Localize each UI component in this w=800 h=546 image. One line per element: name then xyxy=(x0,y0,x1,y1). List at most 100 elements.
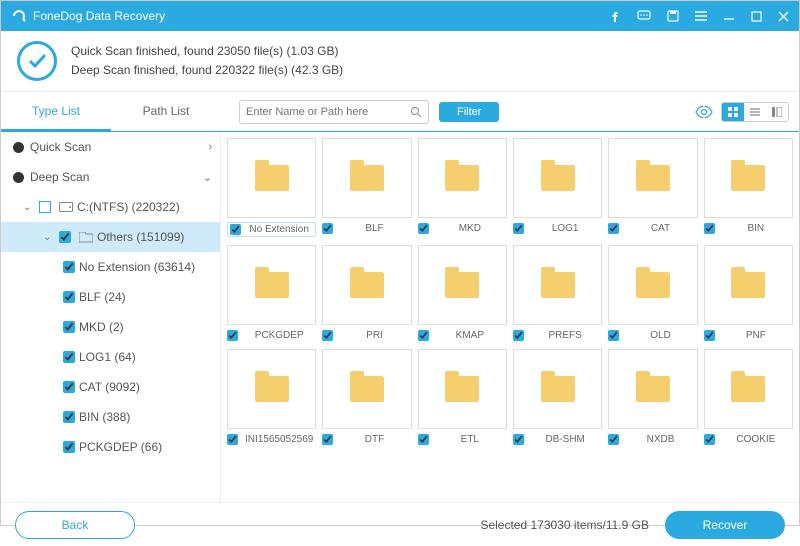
view-grid-button[interactable] xyxy=(722,103,744,121)
tree-checkbox[interactable] xyxy=(63,291,75,303)
folder-icon xyxy=(445,376,479,402)
tree-others[interactable]: ⌄ Others (151099) xyxy=(1,222,220,252)
card-checkbox[interactable] xyxy=(513,434,524,445)
search-input-wrap[interactable] xyxy=(239,100,429,124)
maximize-icon[interactable] xyxy=(751,11,762,22)
folder-card[interactable]: PRI xyxy=(322,245,411,341)
folder-thumbnail xyxy=(704,349,793,429)
tree-checkbox[interactable] xyxy=(63,261,75,273)
card-label: BIN xyxy=(719,223,793,234)
titlebar: FoneDog Data Recovery xyxy=(1,1,799,31)
card-checkbox[interactable] xyxy=(322,330,333,341)
folder-card[interactable]: DB-SHM xyxy=(513,349,602,445)
tab-type-list[interactable]: Type List xyxy=(1,92,111,131)
tree-item-label: LOG1 (64) xyxy=(79,350,212,364)
folder-card[interactable]: PREFS xyxy=(513,245,602,341)
tree-checkbox[interactable] xyxy=(59,231,71,243)
tree-checkbox[interactable] xyxy=(63,321,75,333)
card-checkbox[interactable] xyxy=(704,434,715,445)
folder-thumbnail xyxy=(227,245,316,325)
card-checkbox[interactable] xyxy=(513,223,524,234)
folder-card[interactable]: CAT xyxy=(608,138,697,237)
folder-card[interactable]: ETL xyxy=(418,349,507,445)
view-list-button[interactable] xyxy=(744,103,766,121)
folder-card[interactable]: PCKGDEP xyxy=(227,245,316,341)
folder-icon xyxy=(350,165,384,191)
folder-card[interactable]: MKD xyxy=(418,138,507,237)
folder-icon xyxy=(636,272,670,298)
search-input[interactable] xyxy=(246,106,410,118)
tree-item[interactable]: MKD (2) xyxy=(1,312,220,342)
tree-item[interactable]: BIN (388) xyxy=(1,402,220,432)
chevron-right-icon: › xyxy=(208,141,212,153)
tree-item[interactable]: CAT (9092) xyxy=(1,372,220,402)
tree-checkbox[interactable] xyxy=(39,201,51,213)
folder-card[interactable]: LOG1 xyxy=(513,138,602,237)
card-label: PRI xyxy=(337,330,411,341)
folder-thumbnail xyxy=(418,245,507,325)
folder-card[interactable]: INI1565052569 xyxy=(227,349,316,445)
folder-card[interactable]: PNF xyxy=(704,245,793,341)
card-checkbox[interactable] xyxy=(227,330,238,341)
tree-checkbox[interactable] xyxy=(63,351,75,363)
folder-thumbnail xyxy=(322,349,411,429)
selection-summary: Selected 173030 items/11.9 GB xyxy=(480,518,649,532)
card-checkbox[interactable] xyxy=(418,330,429,341)
folder-icon xyxy=(636,376,670,402)
card-checkbox[interactable] xyxy=(322,223,333,234)
tree-checkbox[interactable] xyxy=(63,411,75,423)
folder-card[interactable]: No Extension xyxy=(227,138,316,237)
folder-card[interactable]: NXDB xyxy=(608,349,697,445)
card-checkbox[interactable] xyxy=(704,223,715,234)
app-logo-icon xyxy=(11,8,27,24)
tree-quick-scan[interactable]: Quick Scan › xyxy=(1,132,220,162)
card-checkbox[interactable] xyxy=(608,330,619,341)
card-label: MKD xyxy=(433,223,507,234)
card-checkbox[interactable] xyxy=(608,223,619,234)
card-checkbox[interactable] xyxy=(418,434,429,445)
tree-item[interactable]: LOG1 (64) xyxy=(1,342,220,372)
card-label: COOKIE xyxy=(719,434,793,445)
card-label: PNF xyxy=(719,330,793,341)
folder-card[interactable]: BLF xyxy=(322,138,411,237)
save-icon[interactable] xyxy=(667,10,679,22)
search-icon[interactable] xyxy=(410,106,422,118)
menu-icon[interactable] xyxy=(695,11,707,21)
filter-button[interactable]: Filter xyxy=(439,102,499,122)
card-checkbox[interactable] xyxy=(227,434,238,445)
card-checkbox[interactable] xyxy=(513,330,524,341)
card-checkbox[interactable] xyxy=(418,223,429,234)
view-detail-button[interactable] xyxy=(766,103,788,121)
quick-scan-status: Quick Scan finished, found 23050 file(s)… xyxy=(71,42,343,61)
card-checkbox[interactable] xyxy=(322,434,333,445)
feedback-icon[interactable] xyxy=(637,10,651,22)
share-facebook-icon[interactable] xyxy=(609,10,621,22)
tree-item-label: No Extension (63614) xyxy=(79,260,212,274)
tree-deep-scan[interactable]: Deep Scan ⌄ xyxy=(1,162,220,192)
tree-item[interactable]: PCKGDEP (66) xyxy=(1,432,220,462)
tab-path-list[interactable]: Path List xyxy=(111,92,221,131)
file-grid: No ExtensionBLF MKD LOG1CAT BIN PCKGDEP PRI KM… xyxy=(221,132,799,502)
card-checkbox[interactable] xyxy=(230,224,241,235)
tree-checkbox[interactable] xyxy=(63,381,75,393)
tree-item[interactable]: BLF (24) xyxy=(1,282,220,312)
folder-icon xyxy=(255,165,289,191)
folder-card[interactable]: BIN xyxy=(704,138,793,237)
preview-icon[interactable] xyxy=(695,106,713,118)
folder-card[interactable]: DTF xyxy=(322,349,411,445)
tree-item-label: BLF (24) xyxy=(79,290,212,304)
toolbar: Type List Path List Filter xyxy=(1,92,799,132)
tree-checkbox[interactable] xyxy=(63,441,75,453)
tree-item[interactable]: No Extension (63614) xyxy=(1,252,220,282)
minimize-icon[interactable] xyxy=(723,10,735,22)
close-icon[interactable] xyxy=(778,11,789,22)
back-button[interactable]: Back xyxy=(15,511,135,539)
folder-card[interactable]: KMAP xyxy=(418,245,507,341)
card-checkbox[interactable] xyxy=(704,330,715,341)
card-checkbox[interactable] xyxy=(608,434,619,445)
recover-button[interactable]: Recover xyxy=(665,511,785,539)
folder-card[interactable]: COOKIE xyxy=(704,349,793,445)
tree-drive[interactable]: ⌄ C:(NTFS) (220322) xyxy=(1,192,220,222)
folder-thumbnail xyxy=(227,349,316,429)
folder-card[interactable]: OLD xyxy=(608,245,697,341)
